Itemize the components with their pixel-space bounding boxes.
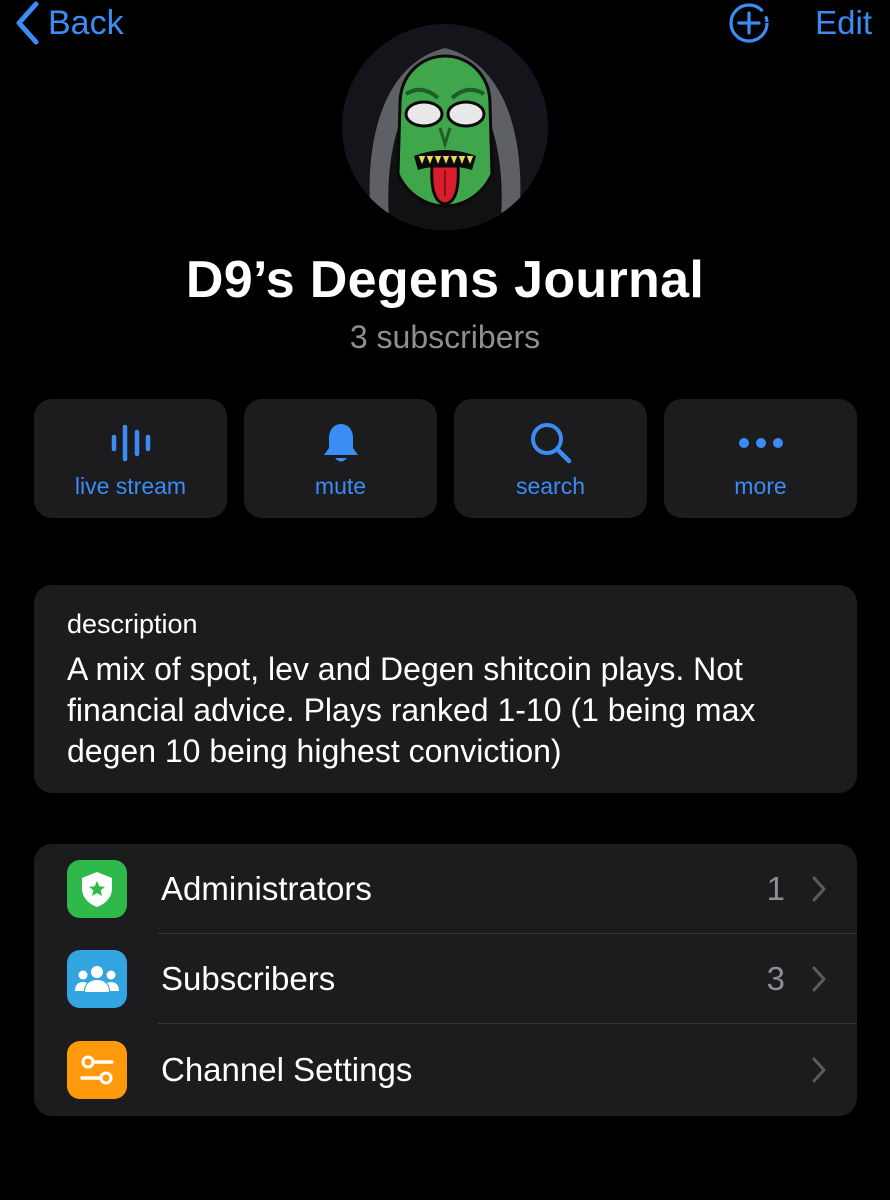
chevron-right-icon: [812, 1057, 826, 1083]
chevron-left-icon: [16, 1, 39, 45]
add-circle-icon: [729, 3, 769, 43]
live-stream-icon: [107, 419, 155, 467]
subscribers-count: 3: [766, 960, 785, 997]
channel-title: D9’s Degens Journal: [185, 251, 705, 309]
chevron-right-icon: [812, 876, 826, 902]
chevron-right-icon: [812, 966, 826, 992]
mute-label: mute: [314, 473, 367, 499]
administrators-label: Administrators: [161, 870, 372, 907]
description-label: description: [67, 609, 198, 639]
more-button[interactable]: more: [664, 399, 857, 518]
edit-button[interactable]: Edit: [815, 0, 872, 46]
subscribers-label: Subscribers: [161, 960, 336, 997]
shield-star-icon: [67, 860, 127, 918]
green-monster-avatar: [342, 24, 548, 230]
more-label: more: [734, 473, 787, 499]
subscriber-count: 3 subscribers: [349, 319, 541, 355]
row-divider: [158, 1023, 857, 1024]
live-stream-button[interactable]: live stream: [34, 399, 227, 518]
more-icon: [737, 419, 785, 467]
people-icon: [67, 950, 127, 1008]
description-card: description A mix of spot, lev and Degen…: [34, 585, 857, 793]
search-button[interactable]: search: [454, 399, 647, 518]
sliders-icon: [67, 1041, 127, 1099]
add-circle-button[interactable]: [726, 0, 772, 46]
channel-settings-label: Channel Settings: [161, 1051, 413, 1088]
administrators-count: 1: [766, 870, 785, 907]
description-text: A mix of spot, lev and Degen shitcoin pl…: [67, 651, 756, 769]
search-icon: [527, 419, 575, 467]
back-label: Back: [48, 4, 124, 42]
list-item-channel-settings[interactable]: Channel Settings: [34, 1025, 857, 1115]
back-button[interactable]: Back: [14, 0, 124, 46]
search-label: search: [515, 473, 586, 499]
channel-menu-list: Administrators 1 Subscribers 3 Channel S…: [34, 844, 857, 1116]
mute-button[interactable]: mute: [244, 399, 437, 518]
channel-avatar[interactable]: [342, 24, 548, 230]
bell-icon: [317, 419, 365, 467]
list-item-subscribers[interactable]: Subscribers 3: [34, 934, 857, 1024]
list-item-administrators[interactable]: Administrators 1: [34, 844, 857, 934]
live-stream-label: live stream: [74, 473, 187, 499]
